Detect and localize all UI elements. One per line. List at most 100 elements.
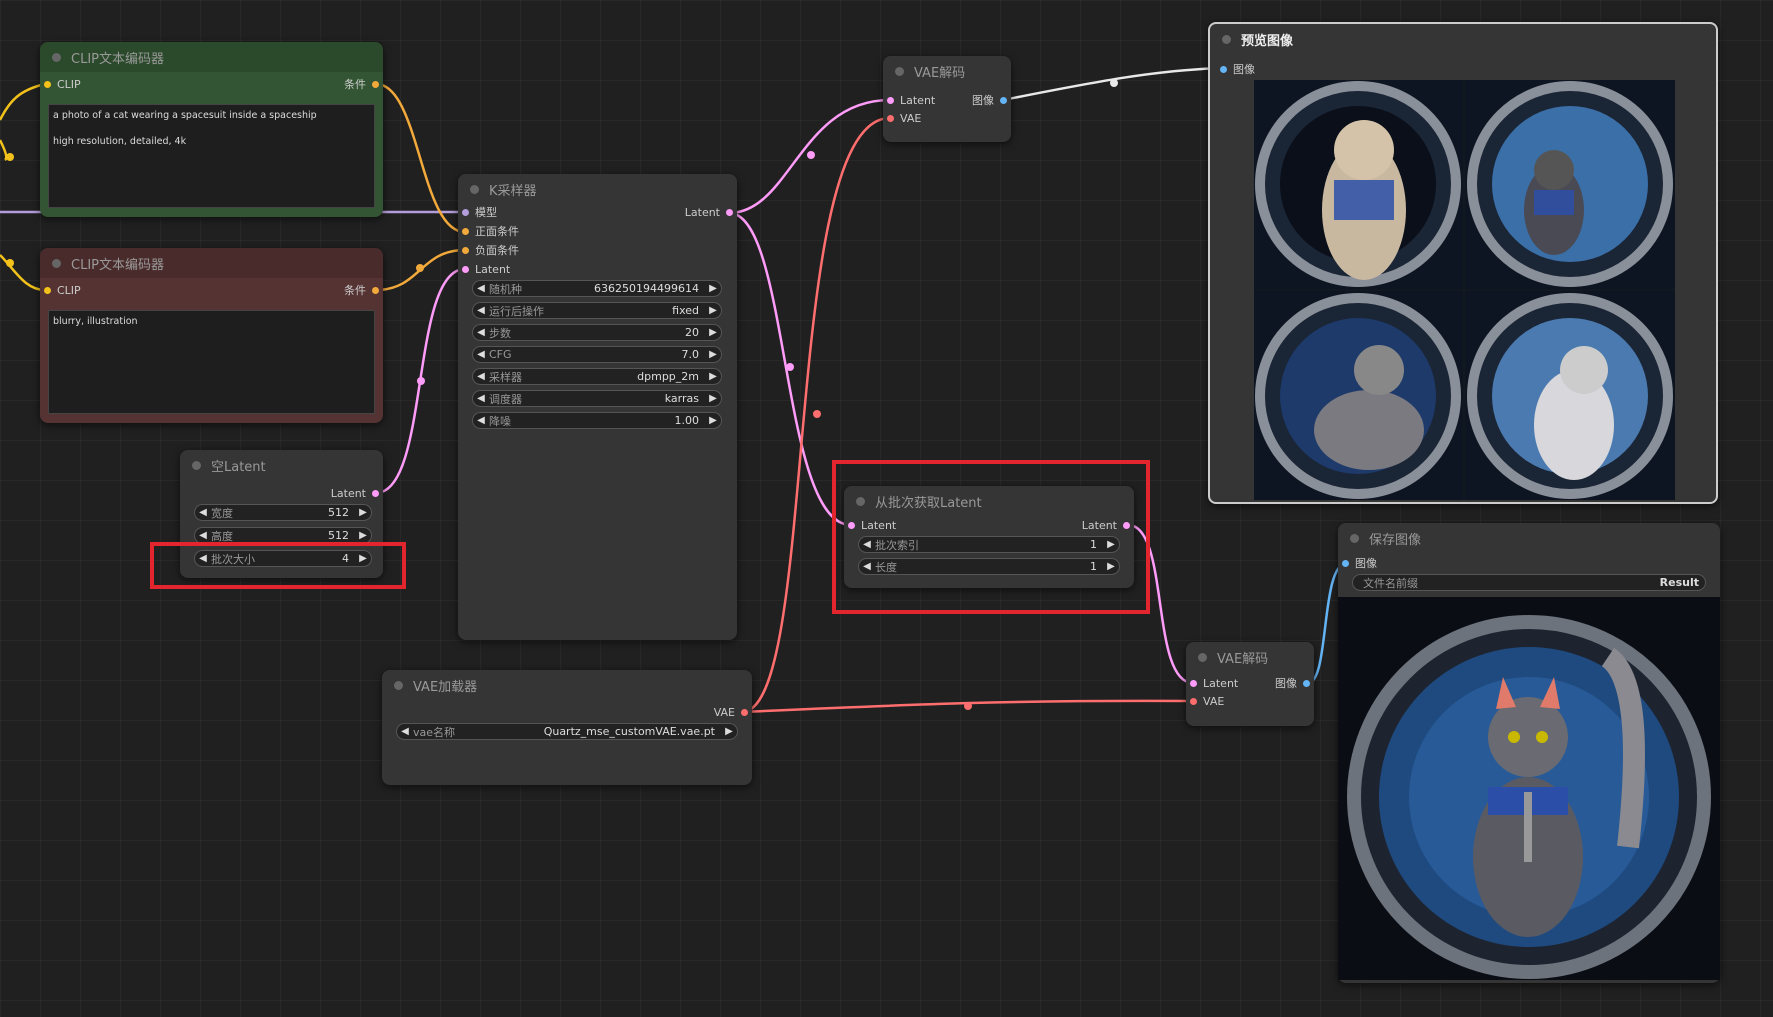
widget-label: 步数 (489, 326, 511, 340)
widget-value: Result (1659, 576, 1699, 589)
decrement-arrow-icon[interactable]: ◀ (473, 393, 489, 404)
slot-label: Latent (684, 205, 720, 219)
widget-value: dpmpp_2m (637, 370, 699, 383)
slot-label: 正面条件 (475, 225, 519, 238)
widget-value: 1.00 (674, 414, 700, 427)
image-output-slot[interactable]: 图像 (972, 92, 1007, 108)
latent-output-slot[interactable]: Latent (331, 485, 379, 501)
decrement-arrow-icon[interactable]: ◀ (473, 415, 489, 426)
highlight-box (832, 460, 1150, 614)
vae-input-slot[interactable]: VAE (887, 110, 921, 126)
slot-label: 负面条件 (475, 244, 519, 257)
decrement-arrow-icon[interactable]: ◀ (473, 349, 489, 360)
slot-label: Latent (900, 93, 936, 107)
control-after-generate-widget[interactable]: ◀ 运行后操作 fixed ▶ (472, 302, 722, 319)
slot-label: 图像 (1355, 557, 1377, 570)
image-output-slot[interactable]: 图像 (1275, 675, 1310, 691)
increment-arrow-icon[interactable]: ▶ (355, 530, 371, 541)
latent-input-slot[interactable]: Latent (887, 92, 935, 108)
model-input-slot[interactable]: 模型 (462, 204, 497, 220)
collapse-dot-icon[interactable] (1198, 652, 1207, 662)
increment-arrow-icon[interactable]: ▶ (705, 393, 721, 404)
node-title: CLIP文本编码器 (71, 51, 164, 67)
increment-arrow-icon[interactable]: ▶ (705, 327, 721, 338)
collapse-dot-icon[interactable] (1350, 533, 1359, 543)
decrement-arrow-icon[interactable]: ◀ (473, 371, 489, 382)
cfg-widget[interactable]: ◀ CFG 7.0 ▶ (472, 346, 722, 363)
seed-widget[interactable]: ◀ 随机种 636250194499614 ▶ (472, 280, 722, 297)
increment-arrow-icon[interactable]: ▶ (705, 371, 721, 382)
widget-value: Quartz_mse_customVAE.vae.pt (543, 725, 715, 738)
widget-label: CFG (489, 348, 512, 361)
latent-output-slot[interactable]: Latent (685, 204, 733, 220)
latent-input-slot[interactable]: Latent (462, 261, 510, 277)
node-title: K采样器 (489, 183, 537, 199)
slot-label: 图像 (972, 94, 994, 107)
decrement-arrow-icon[interactable]: ◀ (397, 726, 413, 737)
conditioning-output-slot[interactable]: 条件 (344, 282, 379, 298)
vae-loader-node[interactable]: VAE加载器 VAE ◀ vae名称 Quartz_mse_customVAE.… (382, 670, 752, 785)
conditioning-output-slot[interactable]: 条件 (344, 76, 379, 92)
vae-name-widget[interactable]: ◀ vae名称 Quartz_mse_customVAE.vae.pt ▶ (396, 723, 738, 740)
collapse-dot-icon[interactable] (192, 460, 201, 470)
negative-input-slot[interactable]: 负面条件 (462, 242, 519, 258)
vae-decode-node-2[interactable]: VAE解码 Latent VAE 图像 (1186, 642, 1314, 726)
scheduler-widget[interactable]: ◀ 调度器 karras ▶ (472, 390, 722, 407)
save-image-node[interactable]: 保存图像 图像 文件名前缀 Result (1338, 523, 1720, 983)
preview-image-grid[interactable] (1254, 80, 1675, 500)
vae-decode-node-1[interactable]: VAE解码 Latent VAE 图像 (883, 56, 1011, 142)
collapse-dot-icon[interactable] (470, 184, 479, 194)
slot-label: 条件 (344, 284, 366, 297)
collapse-dot-icon[interactable] (394, 680, 403, 690)
image-input-slot[interactable]: 图像 (1220, 61, 1255, 77)
clip-input-slot[interactable]: CLIP (44, 282, 81, 298)
collapse-dot-icon[interactable] (52, 52, 61, 62)
preview-image-node[interactable]: 预览图像 图像 (1208, 22, 1718, 504)
collapse-dot-icon[interactable] (895, 66, 904, 76)
positive-input-slot[interactable]: 正面条件 (462, 223, 519, 239)
vae-output-slot[interactable]: VAE (714, 704, 748, 720)
decrement-arrow-icon[interactable]: ◀ (473, 305, 489, 316)
increment-arrow-icon[interactable]: ▶ (355, 507, 371, 518)
cat-astronaut-image (1338, 597, 1720, 980)
widget-label: 运行后操作 (489, 304, 544, 318)
increment-arrow-icon[interactable]: ▶ (705, 415, 721, 426)
decrement-arrow-icon[interactable]: ◀ (195, 507, 211, 518)
filename-prefix-widget[interactable]: 文件名前缀 Result (1352, 574, 1706, 591)
saved-image[interactable] (1338, 597, 1720, 980)
increment-arrow-icon[interactable]: ▶ (705, 349, 721, 360)
latent-input-slot[interactable]: Latent (1190, 675, 1238, 691)
node-title: 空Latent (211, 459, 266, 475)
node-title: 预览图像 (1241, 33, 1294, 49)
steps-widget[interactable]: ◀ 步数 20 ▶ (472, 324, 722, 341)
clip-input-slot[interactable]: CLIP (44, 76, 81, 92)
clip-text-encode-positive-node[interactable]: CLIP文本编码器 CLIP 条件 a photo of a cat weari… (40, 42, 383, 217)
ksampler-node[interactable]: K采样器 模型 正面条件 负面条件 Latent Latent ◀ 随机种 63… (458, 174, 737, 640)
decrement-arrow-icon[interactable]: ◀ (195, 530, 211, 541)
clip-text-encode-negative-node[interactable]: CLIP文本编码器 CLIP 条件 blurry, illustration (40, 248, 383, 423)
denoise-widget[interactable]: ◀ 降噪 1.00 ▶ (472, 412, 722, 429)
widget-label: vae名称 (413, 725, 456, 739)
decrement-arrow-icon[interactable]: ◀ (473, 327, 489, 338)
widget-value: 7.0 (681, 348, 700, 361)
width-widget[interactable]: ◀ 宽度 512 ▶ (194, 504, 372, 521)
decrement-arrow-icon[interactable]: ◀ (473, 283, 489, 294)
collapse-dot-icon[interactable] (1222, 34, 1231, 44)
slot-label: 模型 (475, 206, 497, 219)
prompt-textarea[interactable]: a photo of a cat wearing a spacesuit ins… (48, 104, 375, 208)
slot-label: Latent (330, 486, 366, 500)
cat-astronaut-grid-image (1254, 80, 1675, 500)
prompt-textarea[interactable]: blurry, illustration (48, 310, 375, 414)
slot-label: CLIP (57, 283, 81, 297)
widget-label: 随机种 (489, 282, 522, 296)
sampler-widget[interactable]: ◀ 采样器 dpmpp_2m ▶ (472, 368, 722, 385)
increment-arrow-icon[interactable]: ▶ (705, 283, 721, 294)
slot-label: Latent (1203, 676, 1239, 690)
node-title: 保存图像 (1369, 532, 1422, 548)
increment-arrow-icon[interactable]: ▶ (721, 726, 737, 737)
vae-input-slot[interactable]: VAE (1190, 693, 1224, 709)
collapse-dot-icon[interactable] (52, 258, 61, 268)
image-input-slot[interactable]: 图像 (1342, 555, 1377, 571)
increment-arrow-icon[interactable]: ▶ (705, 305, 721, 316)
widget-label: 采样器 (489, 370, 522, 384)
